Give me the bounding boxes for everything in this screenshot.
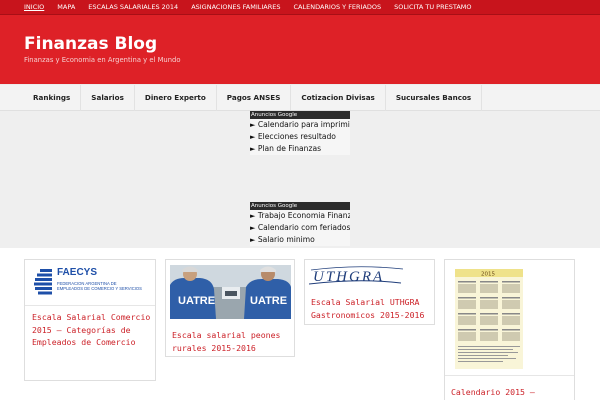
faecys-logo-image[interactable]: FAECYS FEDERACION ARGENTINA DE EMPLEADOS… [30,265,150,299]
topnav-asignaciones-link[interactable]: ASIGNACIONES FAMILIARES [191,0,280,15]
topnav-calendarios-link[interactable]: CALENDARIOS Y FERIADOS [294,0,382,15]
nav-rankings-link[interactable]: Rankings [23,85,82,111]
uatre-shirt-text: UATRE [178,295,215,307]
top-navigation: INICIO MAPA ESCALAS SALARIALES 2014 ASIG… [0,0,600,15]
ad-link[interactable]: ► Calendario com feriados [250,222,350,234]
nav-cotizacion-divisas-link[interactable]: Cotizacion Divisas [291,85,386,111]
uatre-photo[interactable]: UATRE UATRE [170,265,291,319]
nav-sucursales-bancos-link[interactable]: Sucursales Bancos [386,85,483,111]
ad-link-label: Salario minimo [257,235,315,244]
ad-heading[interactable]: Anuncios Google [250,202,350,210]
post-card-calendario: 2015 Calendario 2015 – [444,259,575,400]
site-description: Finanzas y Economia en Argentina y el Mu… [24,56,181,64]
card-divider [25,305,155,306]
post-card-comercio: FAECYS FEDERACION ARGENTINA DE EMPLEADOS… [24,259,156,381]
nav-pagos-anses-link[interactable]: Pagos ANSES [217,85,292,111]
ad-link[interactable]: ► Elecciones resultado [250,131,350,143]
ad-block-top: Anuncios Google ► Calendario para imprim… [250,111,350,155]
main-navigation: Rankings Salarios Dinero Experto Pagos A… [0,84,600,111]
ad-link-label: Elecciones resultado [257,132,336,141]
card-divider [445,375,574,376]
arrow-right-icon: ► [250,121,256,129]
ad-heading[interactable]: Anuncios Google [250,111,350,119]
post-title[interactable]: Escala salarial peones rurales 2015-2016 [172,329,292,354]
ad-link-label: Trabajo Economia Finanzas [257,211,350,220]
ad-link-label: Plan de Finanzas [257,144,322,153]
uthgra-logo-icon: UTHGRA [309,266,404,285]
ad-link[interactable]: ► Trabajo Economia Finanzas [250,210,350,222]
ad-block-bottom: Anuncios Google ► Trabajo Economia Finan… [250,202,350,246]
post-card-peones: UATRE UATRE Escala salarial peones rural… [165,259,295,357]
topnav-mapa-link[interactable]: MAPA [57,0,75,15]
ad-link-label: Calendario com feriados [257,223,350,232]
calendar-year-label: 2015 [481,272,495,278]
uatre-shirt-text: UATRE [250,295,287,307]
ad-link[interactable]: ► Salario minimo [250,234,350,246]
faecys-logo-icon [34,269,52,295]
topnav-prestamo-link[interactable]: SOLICITA TU PRESTAMO [394,0,471,15]
site-title[interactable]: Finanzas Blog [24,34,157,54]
post-title[interactable]: Calendario 2015 – [451,386,573,399]
arrow-right-icon: ► [250,224,256,232]
faecys-logo-subtitle: FEDERACION ARGENTINA DE EMPLEADOS DE COM… [57,281,142,291]
post-title[interactable]: Escala Salarial Comercio 2015 – Categorí… [32,311,152,349]
ad-zone: Anuncios Google ► Calendario para imprim… [0,111,600,248]
post-grid: FAECYS FEDERACION ARGENTINA DE EMPLEADOS… [0,248,600,400]
nav-dinero-experto-link[interactable]: Dinero Experto [135,85,217,111]
post-title[interactable]: Escala Salarial UTHGRA Gastronomicos 201… [311,296,433,321]
calendar-2015-image[interactable]: 2015 [455,269,523,369]
topnav-inicio-link[interactable]: INICIO [24,0,44,15]
ad-link[interactable]: ► Plan de Finanzas [250,143,350,155]
faecys-logo-name: FAECYS [57,267,98,278]
site-header: Finanzas Blog Finanzas y Economia en Arg… [0,15,600,84]
arrow-right-icon: ► [250,212,256,220]
uthgra-logo-image[interactable]: UTHGRA [309,264,431,288]
topnav-escalas-link[interactable]: ESCALAS SALARIALES 2014 [88,0,178,15]
arrow-right-icon: ► [250,133,256,141]
ad-link[interactable]: ► Calendario para imprimir [250,119,350,131]
top-bar: INICIO MAPA ESCALAS SALARIALES 2014 ASIG… [0,0,600,15]
calendar-grid-icon: 2015 [455,269,523,369]
ad-link-label: Calendario para imprimir [257,120,350,129]
post-card-uthgra: UTHGRA Escala Salarial UTHGRA Gastronomi… [304,259,435,325]
arrow-right-icon: ► [250,145,256,153]
nav-salarios-link[interactable]: Salarios [81,85,135,111]
uatre-workers-image: UATRE UATRE [170,265,291,319]
arrow-right-icon: ► [250,236,256,244]
